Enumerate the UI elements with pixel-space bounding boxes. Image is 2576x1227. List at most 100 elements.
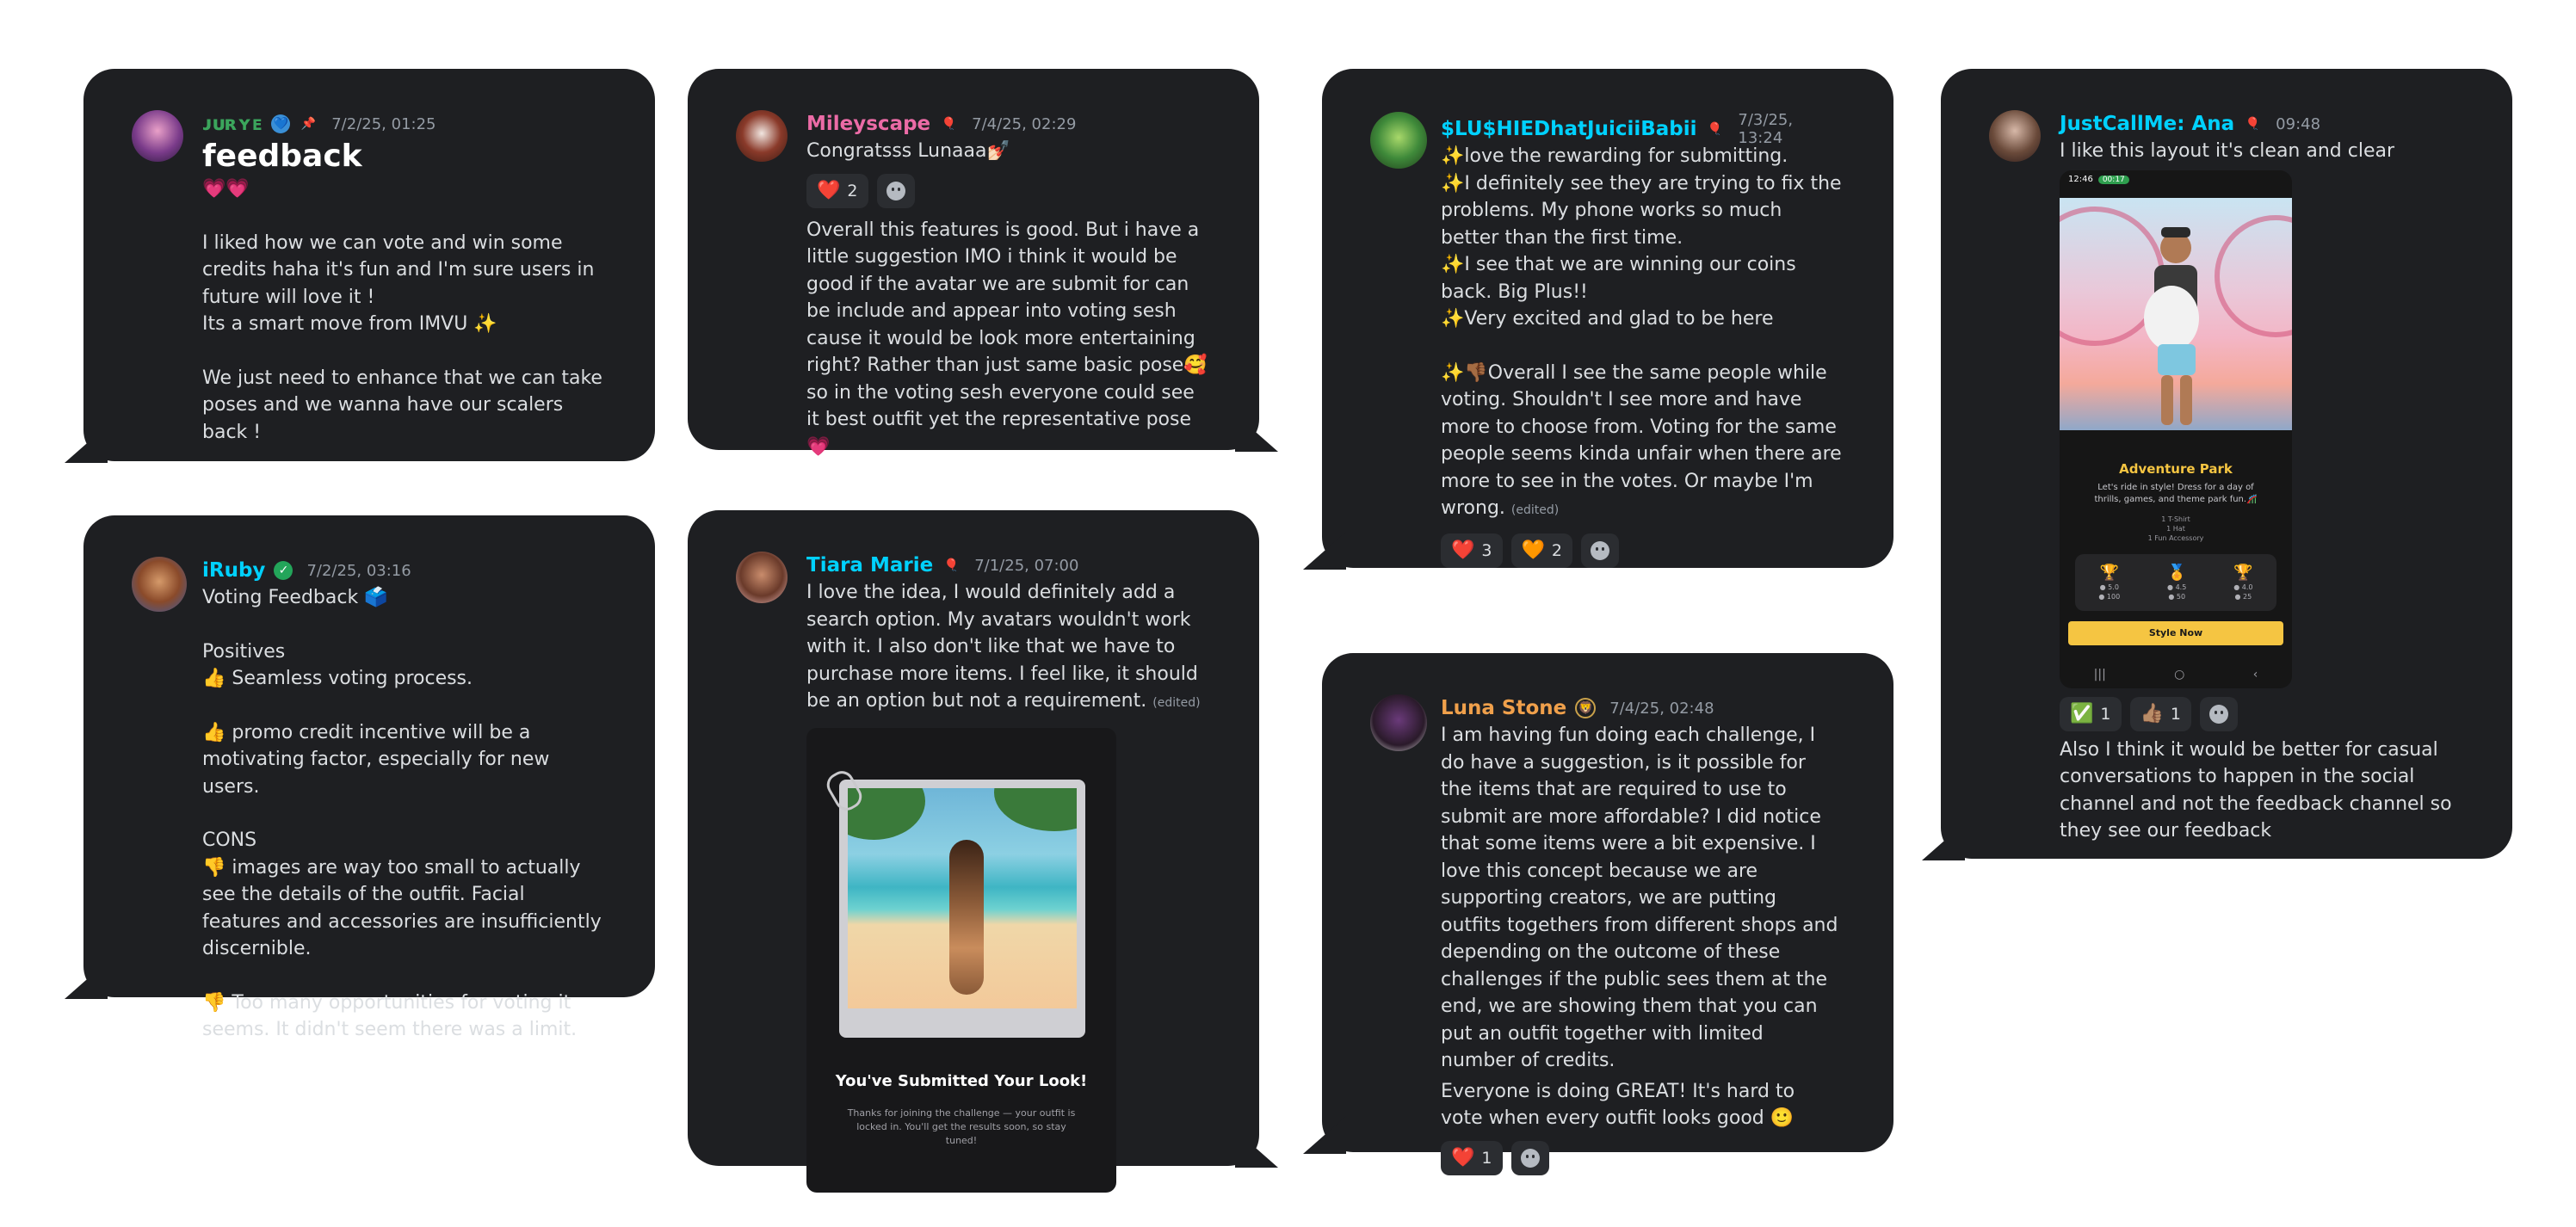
- card-description: Let's ride in style! Dress for a day of …: [2094, 482, 2258, 504]
- reactions-bar: ❤️ 2: [806, 173, 1208, 208]
- avatar[interactable]: [1370, 112, 1427, 169]
- balloon-badge-icon: 🎈: [1707, 122, 1723, 136]
- timestamp: 7/3/25, 13:24: [1738, 111, 1794, 147]
- smiley-icon: [2209, 704, 2228, 724]
- card-title: Adventure Park: [2119, 460, 2233, 477]
- message-line: Voting Feedback 🗳️: [202, 587, 388, 608]
- timestamp: 7/2/25, 01:25: [331, 114, 436, 133]
- bubble-tail: [1922, 823, 1965, 860]
- username[interactable]: iRuby: [202, 559, 265, 582]
- message-paragraph: ✨👎🏾Overall I see the same people while v…: [1441, 361, 1848, 520]
- lion-badge-icon: 🦁: [1575, 698, 1597, 718]
- beach-photo: [848, 787, 1077, 1008]
- username[interactable]: ᴊᴜʀʏᴇ: [202, 113, 263, 135]
- timestamp: 7/4/25, 02:48: [1609, 699, 1714, 718]
- message-line: ✨Very excited and glad to be here: [1441, 308, 1774, 330]
- username[interactable]: Luna Stone: [1441, 697, 1566, 719]
- reaction-orange-heart[interactable]: 🧡 2: [1510, 533, 1572, 568]
- avatar[interactable]: [1370, 694, 1427, 751]
- bubble-tail: [1235, 414, 1278, 452]
- message-paragraph: I liked how we can vote and win some cre…: [202, 231, 601, 308]
- message-line: ✨I see that we are winning our coins bac…: [1441, 254, 1802, 303]
- message-body: I love the idea, I would definitely add …: [806, 582, 1204, 712]
- reaction-heart[interactable]: ❤️ 3: [1441, 533, 1503, 568]
- username[interactable]: JustCallMe: Ana: [2060, 113, 2234, 135]
- submission-title: You've Submitted Your Look!: [835, 1071, 1088, 1090]
- avatar[interactable]: [132, 110, 183, 162]
- message-line: 👍 Seamless voting process.: [202, 668, 473, 689]
- reactions-bar: ✅ 1 👍🏽 1: [2060, 696, 2461, 731]
- avatar[interactable]: [736, 552, 788, 603]
- trophy-icon: 🏆: [2233, 563, 2253, 582]
- phone-nav-bar: ||| ○ ‹: [2060, 661, 2292, 688]
- username[interactable]: Tiara Marie: [806, 554, 933, 577]
- avatar-figure: [949, 839, 984, 995]
- bubble-tail: [1235, 1130, 1278, 1168]
- back-icon[interactable]: ‹: [2253, 668, 2258, 681]
- reaction-heart[interactable]: ❤️ 1: [1441, 1140, 1503, 1175]
- message-card-justcallme-ana: JustCallMe: Ana 🎈 09:48 I like this layo…: [1922, 69, 2512, 860]
- message-line: 👎 Too many opportunities for voting it s…: [202, 991, 578, 1041]
- submission-screenshot[interactable]: You've Submitted Your Look! Thanks for j…: [806, 727, 1116, 1193]
- add-reaction-button[interactable]: [1581, 533, 1619, 568]
- requirements-list: 1 T-Shirt 1 Hat 1 Fun Accessory: [2147, 515, 2204, 542]
- recents-icon[interactable]: |||: [2094, 668, 2106, 681]
- message-card-luna-stone: Luna Stone 🦁 7/4/25, 02:48 I am having f…: [1303, 653, 1893, 1175]
- add-reaction-button[interactable]: [876, 173, 915, 208]
- message-line: 👎 images are way too small to actually s…: [202, 856, 608, 960]
- style-now-button[interactable]: Style Now: [2068, 620, 2283, 645]
- bubble-tail: [65, 425, 108, 463]
- add-reaction-button[interactable]: [1510, 1140, 1549, 1175]
- home-icon[interactable]: ○: [2174, 668, 2184, 681]
- edited-label: (edited): [1152, 696, 1201, 710]
- message-line: I like this layout it's clean and clear: [2060, 140, 2395, 162]
- message-line: Congratsss Lunaaa💅🏻: [806, 140, 1010, 162]
- message-body: Everyone is doing GREAT! It's hard to vo…: [1441, 1080, 1801, 1130]
- message-card-mileyscape: Mileyscape 🎈 7/4/25, 02:29 Congratsss Lu…: [688, 69, 1278, 458]
- add-reaction-button[interactable]: [2200, 696, 2238, 731]
- verified-check-icon: ✓: [274, 561, 293, 580]
- bubble-tail: [1303, 1116, 1346, 1154]
- submission-subtitle: Thanks for joining the challenge — your …: [847, 1107, 1076, 1146]
- message-hearts: 💗💗: [202, 178, 250, 200]
- reaction-thumbs-up[interactable]: 👍🏽 1: [2129, 696, 2191, 731]
- message-card-jurye: ᴊᴜʀʏᴇ 💙 📌 7/2/25, 01:25 feedback 💗💗 I li…: [65, 69, 655, 463]
- heart-badge-icon: 💙: [271, 114, 291, 133]
- message-card-slushied: $LU$HIEDhatJuiciiBabii 🎈 7/3/25, 13:24 ✨…: [1303, 69, 1893, 570]
- bubble-tail: [1303, 532, 1346, 570]
- message-paragraph: Its a smart move from IMVU ✨: [202, 313, 497, 335]
- reaction-check[interactable]: ✅ 1: [2060, 696, 2122, 731]
- message-body: Overall this features is good. But i hav…: [806, 219, 1214, 458]
- positives-heading: Positives: [202, 640, 286, 663]
- pin-badge-icon: 📌: [300, 117, 316, 131]
- timestamp: 09:48: [2276, 114, 2321, 133]
- message-title: feedback: [202, 139, 362, 174]
- balloon-badge-icon: 🎈: [941, 117, 956, 131]
- reactions-bar: ❤️ 1: [1441, 1140, 1842, 1175]
- avatar[interactable]: [132, 557, 187, 612]
- username[interactable]: Mileyscape: [806, 113, 930, 135]
- avatar[interactable]: [1989, 110, 2041, 162]
- edited-label: (edited): [1510, 503, 1560, 517]
- screenshot-attachment[interactable]: 12:46 00:17 Adventure Park Let's ride in…: [2060, 170, 2292, 688]
- polaroid-frame: [839, 779, 1085, 1038]
- phone-status-bar: 12:46 00:17: [2060, 170, 2292, 189]
- timestamp: 7/2/25, 03:16: [306, 561, 411, 580]
- message-card-iruby: iRuby ✓ 7/2/25, 03:16 Voting Feedback 🗳️…: [65, 515, 655, 1040]
- call-pill: 00:17: [2097, 175, 2129, 184]
- reward-tier: 🏆 ● 5.0 ● 100: [2098, 563, 2121, 601]
- cons-heading: CONS: [202, 829, 257, 851]
- message-card-tiara-marie: Tiara Marie 🎈 7/1/25, 07:00 I love the i…: [688, 510, 1278, 1193]
- username[interactable]: $LU$HIEDhatJuiciiBabii: [1441, 118, 1697, 140]
- reactions-bar: ❤️ 3 🧡 2: [1441, 533, 1842, 568]
- message-line: ✨I definitely see they are trying to fix…: [1441, 172, 1848, 249]
- avatar[interactable]: [736, 110, 788, 162]
- message-body: I am having fun doing each challenge, I …: [1441, 724, 1844, 1071]
- timestamp: 7/1/25, 07:00: [974, 556, 1079, 575]
- balloon-badge-icon: 🎈: [943, 558, 959, 572]
- reaction-heart[interactable]: ❤️ 2: [806, 173, 868, 208]
- message-paragraph: We just need to enhance that we can take…: [202, 367, 608, 443]
- balloon-badge-icon: 🎈: [2245, 117, 2260, 131]
- avatar-figure: [2144, 226, 2199, 425]
- bubble-tail: [65, 961, 108, 999]
